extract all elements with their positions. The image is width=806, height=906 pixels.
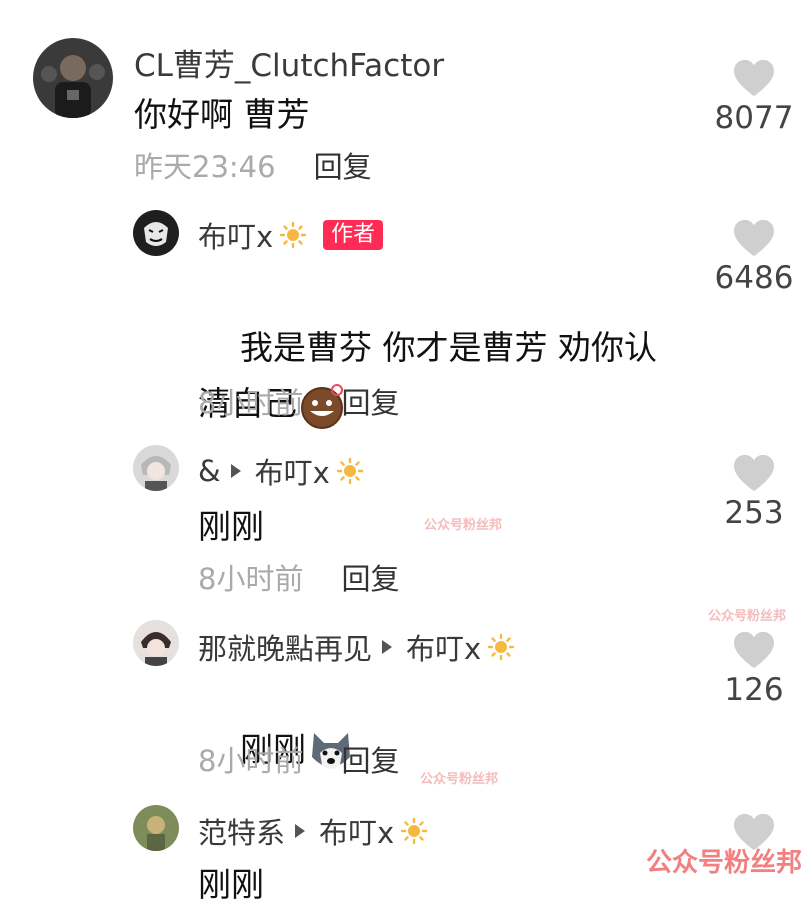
timestamp: 8小时前 — [198, 386, 304, 420]
username[interactable]: CL曹芳_ClutchFactor — [134, 40, 444, 85]
comment-text: 刚刚 — [198, 865, 264, 904]
comment-text: 你好啊 曹芳 — [134, 95, 310, 134]
comment-meta: 8小时前 回复 — [198, 556, 399, 598]
comment-text: 刚刚 — [198, 507, 264, 546]
like-button[interactable]: 253 — [710, 453, 798, 531]
reply-arrow-icon — [382, 640, 393, 654]
like-button[interactable]: 126 — [710, 630, 798, 708]
reply-to-username[interactable]: 布叮x — [406, 626, 481, 668]
watermark: 公众号粉丝邦 — [424, 518, 503, 533]
watermark: 公众号粉丝邦 — [420, 772, 499, 787]
username[interactable]: & 布叮x — [198, 450, 364, 492]
heart-icon — [732, 218, 776, 258]
watermark: 公众号粉丝邦 — [708, 609, 787, 624]
like-button[interactable]: 6486 — [710, 218, 798, 296]
like-count: 6486 — [714, 260, 794, 296]
avatar[interactable] — [33, 38, 113, 118]
reply-arrow-icon — [295, 824, 306, 838]
like-count: 126 — [724, 672, 784, 708]
avatar[interactable] — [133, 210, 179, 256]
username[interactable]: 那就晚點再见 布叮x — [198, 626, 515, 668]
heart-icon — [732, 453, 776, 493]
username[interactable]: 范特系 布叮x — [198, 810, 428, 852]
reply-button[interactable]: 回复 — [314, 144, 372, 186]
username-text: 布叮x — [198, 220, 274, 254]
like-count: 8077 — [714, 100, 794, 136]
author-badge: 作者 — [323, 220, 384, 250]
sun-icon — [487, 633, 515, 661]
like-button[interactable]: 8077 — [710, 58, 798, 136]
comment-meta: 8小时前 回复 — [198, 380, 399, 422]
like-count: 253 — [724, 495, 784, 531]
sun-icon — [336, 457, 364, 485]
sun-icon — [279, 221, 307, 249]
heart-icon — [732, 58, 776, 98]
heart-icon — [732, 630, 776, 670]
comment-meta: 昨天23:46 回复 — [134, 144, 372, 186]
timestamp: 8小时前 — [198, 744, 304, 778]
reply-button[interactable]: 回复 — [341, 738, 399, 780]
avatar[interactable] — [133, 805, 179, 851]
username-text: 范特系 — [198, 816, 286, 850]
comment-meta: 8小时前 回复 — [198, 738, 399, 780]
watermark: 公众号粉丝邦 — [645, 848, 802, 878]
username[interactable]: 布叮x 作者 — [198, 214, 384, 256]
reply-button[interactable]: 回复 — [341, 380, 399, 422]
avatar[interactable] — [133, 445, 179, 491]
reply-button[interactable]: 回复 — [341, 556, 399, 598]
username-text: 那就晚點再见 — [198, 632, 373, 666]
reply-arrow-icon — [230, 464, 241, 478]
reply-to-username[interactable]: 布叮x — [319, 810, 394, 852]
avatar[interactable] — [133, 620, 179, 666]
sun-icon — [400, 817, 428, 845]
reply-to-username[interactable]: 布叮x — [255, 450, 330, 492]
timestamp: 昨天23:46 — [134, 150, 276, 184]
username-text: & — [198, 454, 221, 488]
timestamp: 8小时前 — [198, 562, 304, 596]
username-text: CL曹芳_ClutchFactor — [134, 48, 445, 84]
